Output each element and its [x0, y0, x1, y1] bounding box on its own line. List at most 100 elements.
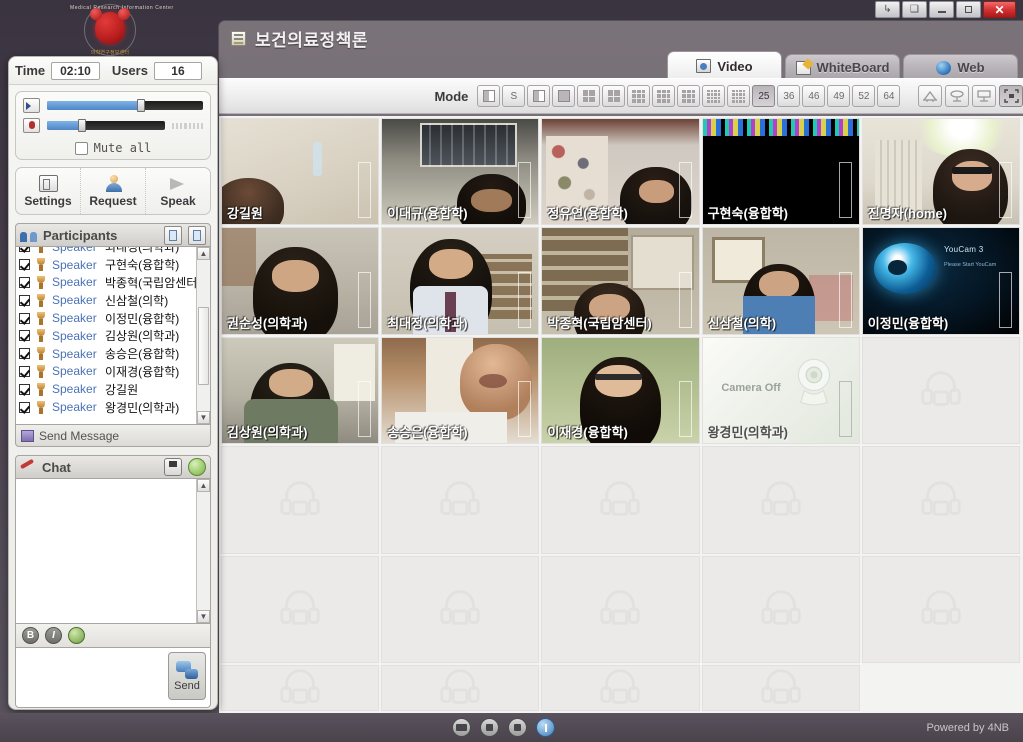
mode-button-layout-two-col[interactable] [527, 85, 551, 107]
mode-button-layout-big-plus[interactable] [652, 85, 676, 107]
mute-all-row[interactable]: Mute all [23, 138, 203, 155]
speak-button[interactable]: Speak [146, 168, 210, 214]
mode-button-layout-16[interactable] [702, 85, 726, 107]
mode-button-layout-25[interactable]: 25 [752, 85, 776, 107]
mode-button-layout-pip[interactable] [552, 85, 576, 107]
scroll-up-icon[interactable]: ▲ [197, 479, 210, 492]
video-cell[interactable]: YouCam 3 Please Start YouCam 이정민(융합학) [861, 227, 1020, 335]
participant-checkbox[interactable] [19, 294, 30, 306]
save-icon[interactable] [164, 458, 182, 476]
mode-button-layout-49[interactable]: 49 [827, 85, 851, 107]
participant-checkbox[interactable] [19, 383, 30, 395]
italic-button[interactable]: I [45, 627, 62, 644]
mode-button-layout-s[interactable]: S [502, 85, 526, 107]
lecture-view-button[interactable] [972, 85, 996, 107]
video-cell[interactable]: Camera Off 왕경민(의학과) [701, 336, 860, 445]
stop-button[interactable] [480, 718, 499, 737]
empty-video-cell[interactable] [541, 665, 700, 711]
mode-button-layout-64[interactable]: 64 [877, 85, 901, 107]
empty-video-cell[interactable] [221, 446, 380, 554]
participants-list[interactable]: Speaker 최대정(의학과) Speaker 구현숙(융합학) Speaker 박… [15, 247, 211, 425]
video-cell[interactable]: 진명자(home) [861, 118, 1020, 226]
list-item[interactable]: Speaker 송승은(융합학) [16, 345, 196, 363]
scrollbar-thumb[interactable] [198, 307, 209, 385]
scroll-down-icon[interactable]: ▼ [197, 411, 210, 424]
empty-video-cell[interactable] [381, 665, 540, 711]
minimize-button[interactable] [929, 1, 954, 18]
video-cell[interactable]: 이재경(융합학) [541, 336, 700, 445]
tab-whiteboard[interactable]: WhiteBoard [785, 54, 900, 80]
participant-checkbox[interactable] [19, 312, 30, 324]
chat-scrollbar[interactable]: ▲ ▼ [196, 479, 210, 623]
video-cell[interactable]: 김상원(의학과) [221, 336, 380, 445]
empty-video-cell[interactable] [861, 446, 1020, 554]
color-picker-icon[interactable] [68, 627, 85, 644]
empty-video-cell[interactable] [701, 446, 860, 554]
participant-checkbox[interactable] [19, 348, 30, 360]
empty-video-cell[interactable] [701, 555, 860, 663]
chat-input[interactable]: Send [15, 648, 211, 708]
empty-video-cell[interactable] [221, 555, 380, 663]
seminar-view-button[interactable] [945, 85, 969, 107]
scroll-down-icon[interactable]: ▼ [197, 610, 210, 623]
list-item[interactable]: Speaker 김상원(의학과) [16, 327, 196, 345]
participants-scrollbar[interactable]: ▲ ▼ [196, 247, 210, 424]
empty-video-cell[interactable] [861, 336, 1020, 445]
list-item[interactable]: Speaker 강길원 [16, 380, 196, 398]
restore-down-button[interactable]: ↳ [875, 1, 900, 18]
chat-log[interactable]: ▲ ▼ [15, 479, 211, 624]
empty-video-cell[interactable] [541, 555, 700, 663]
maximize-button[interactable] [956, 1, 981, 18]
mode-button-layout-9[interactable] [627, 85, 651, 107]
participant-checkbox[interactable] [19, 276, 30, 288]
mode-button-layout-9b[interactable] [677, 85, 701, 107]
mode-button-layout-4[interactable] [577, 85, 601, 107]
tab-video[interactable]: Video [667, 51, 782, 80]
bold-button[interactable]: B [22, 627, 39, 644]
paste-list-icon[interactable] [188, 225, 206, 245]
send-message-button[interactable]: Send Message [15, 425, 211, 447]
list-item[interactable]: Speaker 구현숙(융합학) [16, 256, 196, 274]
participant-checkbox[interactable] [19, 330, 30, 342]
power-button[interactable] [536, 718, 555, 737]
refresh-icon[interactable] [188, 458, 206, 476]
classroom-view-button[interactable] [918, 85, 942, 107]
empty-video-cell[interactable] [541, 446, 700, 554]
video-cell[interactable]: 강길원 [221, 118, 380, 226]
mode-button-layout-52[interactable]: 52 [852, 85, 876, 107]
close-button[interactable]: ✕ [983, 1, 1016, 18]
video-cell[interactable]: 최대정(의학과) [381, 227, 540, 335]
video-cell[interactable]: 송승은(융합학) [381, 336, 540, 445]
empty-video-cell[interactable] [381, 555, 540, 663]
video-cell[interactable]: 정유연(융합학) [541, 118, 700, 226]
list-item[interactable]: Speaker 최대정(의학과) [16, 247, 196, 256]
participant-checkbox[interactable] [19, 259, 30, 271]
send-button[interactable]: Send [168, 652, 206, 700]
participant-checkbox[interactable] [19, 365, 30, 377]
list-item[interactable]: Speaker 이정민(융합학) [16, 309, 196, 327]
mute-all-checkbox[interactable] [74, 141, 88, 155]
video-cell[interactable]: 구현숙(융합학) [701, 118, 860, 226]
microphone-muted-icon[interactable] [23, 118, 40, 133]
mode-button-layout-single[interactable] [477, 85, 501, 107]
mode-button-layout-36[interactable]: 36 [777, 85, 801, 107]
settings-button[interactable]: Settings [16, 168, 81, 214]
list-item[interactable]: Speaker 이재경(융합학) [16, 363, 196, 381]
duplicate-button[interactable]: ❑ [902, 1, 927, 18]
fullscreen-button[interactable] [999, 85, 1023, 107]
list-item[interactable]: Speaker 신삼철(의학) [16, 291, 196, 309]
video-cell[interactable]: 이대규(융합학) [381, 118, 540, 226]
video-cell[interactable]: 박종혁(국립암센터) [541, 227, 700, 335]
empty-video-cell[interactable] [381, 446, 540, 554]
list-item[interactable]: Speaker 왕경민(의학과) [16, 398, 196, 416]
mode-button-layout-1plus[interactable] [602, 85, 626, 107]
video-cell[interactable]: 신삼철(의학) [701, 227, 860, 335]
copy-list-icon[interactable] [164, 225, 182, 245]
tab-web[interactable]: Web [903, 54, 1018, 80]
mode-button-layout-16b[interactable] [727, 85, 751, 107]
microphone-volume-slider[interactable] [47, 119, 165, 132]
scroll-up-icon[interactable]: ▲ [197, 247, 210, 260]
archive-button[interactable] [508, 718, 527, 737]
record-video-button[interactable] [452, 718, 471, 737]
video-cell[interactable]: 권순성(의학과) [221, 227, 380, 335]
